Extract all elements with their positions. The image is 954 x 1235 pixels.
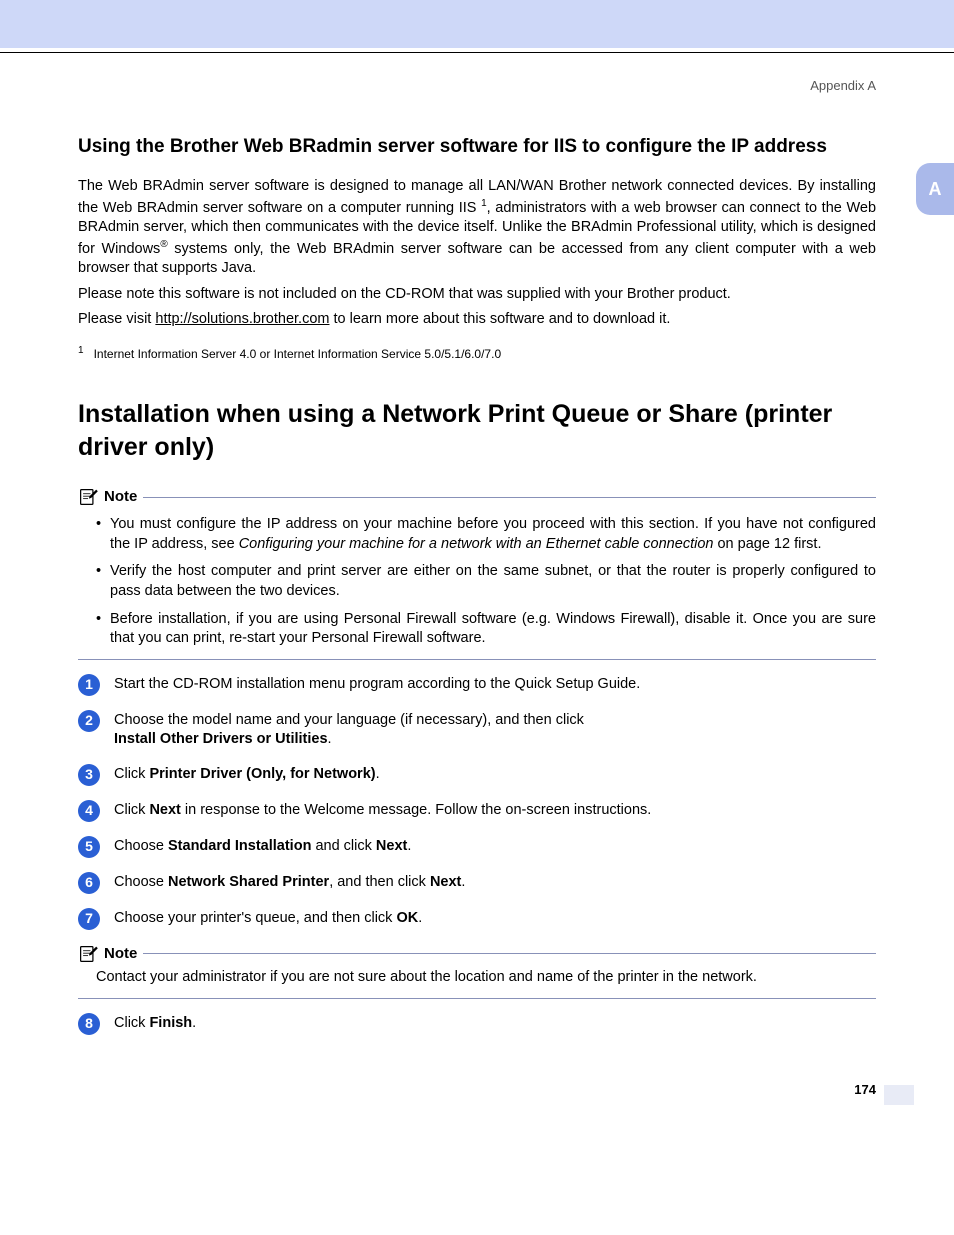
text: . [407, 838, 411, 854]
appendix-label: Appendix A [78, 77, 876, 95]
note-block-2: Note Contact your administrator if you a… [78, 944, 876, 999]
text: on page 12 first. [713, 536, 821, 552]
step-text: Click Printer Driver (Only, for Network)… [114, 764, 876, 785]
note-bullet: Verify the host computer and print serve… [96, 562, 876, 601]
note-label: Note [104, 487, 137, 507]
text: and click [311, 838, 375, 854]
note-rule [143, 953, 876, 954]
step-number-badge: 3 [78, 764, 100, 786]
step-number-badge: 8 [78, 1013, 100, 1035]
text: systems only, the Web BRAdmin server sof… [78, 241, 876, 277]
text: . [461, 874, 465, 890]
step-number-badge: 2 [78, 710, 100, 732]
text-bold: Printer Driver (Only, for Network) [149, 766, 375, 782]
registered-mark: ® [160, 239, 167, 250]
step-number-badge: 6 [78, 872, 100, 894]
paragraph-1: The Web BRAdmin server software is desig… [78, 177, 876, 278]
text: Choose the model name and your language … [114, 712, 584, 728]
step-6: 6 Choose Network Shared Printer, and the… [78, 872, 876, 894]
text-bold: Next [376, 838, 407, 854]
text: in response to the Welcome message. Foll… [181, 802, 651, 818]
text: Please visit [78, 311, 155, 327]
step-5: 5 Choose Standard Installation and click… [78, 836, 876, 858]
section-heading-bradmin: Using the Brother Web BRadmin server sof… [78, 135, 876, 160]
step-number-badge: 7 [78, 908, 100, 930]
footnote-text: Internet Information Server 4.0 or Inter… [94, 347, 502, 361]
note-icon [78, 945, 98, 963]
step-8: 8 Click Finish. [78, 1013, 876, 1035]
text-bold: Standard Installation [168, 838, 311, 854]
note-rule [143, 497, 876, 498]
text-bold: OK [396, 910, 418, 926]
text-bold: Finish [149, 1015, 192, 1031]
step-3: 3 Click Printer Driver (Only, for Networ… [78, 764, 876, 786]
text: Click [114, 802, 149, 818]
text: , and then click [329, 874, 430, 890]
note-icon [78, 488, 98, 506]
step-number-badge: 4 [78, 800, 100, 822]
step-text: Click Finish. [114, 1013, 876, 1034]
text: Choose [114, 874, 168, 890]
appendix-side-tab: A [916, 163, 954, 215]
step-7: 7 Choose your printer's queue, and then … [78, 908, 876, 930]
step-text: Choose Standard Installation and click N… [114, 836, 876, 857]
step-1: 1 Start the CD-ROM installation menu pro… [78, 674, 876, 696]
section-heading-installation: Installation when using a Network Print … [78, 398, 876, 463]
text: . [192, 1015, 196, 1031]
note-end-rule [78, 659, 876, 660]
step-text: Click Next in response to the Welcome me… [114, 800, 876, 821]
text-italic: Configuring your machine for a network w… [239, 536, 714, 552]
solutions-link[interactable]: http://solutions.brother.com [155, 311, 329, 327]
step-text: Choose your printer's queue, and then cl… [114, 908, 876, 929]
text-bold: Install Other Drivers or Utilities [114, 731, 328, 747]
step-text: Choose the model name and your language … [114, 710, 876, 750]
note-bullet-list: You must configure the IP address on you… [78, 515, 876, 648]
step-text: Start the CD-ROM installation menu progr… [114, 674, 876, 695]
text: . [376, 766, 380, 782]
text: Click [114, 1015, 149, 1031]
text: to learn more about this software and to… [329, 311, 670, 327]
text-bold: Next [149, 802, 180, 818]
text: Choose [114, 838, 168, 854]
page-number: 174 [854, 1081, 876, 1099]
footnote-number: 1 [78, 345, 84, 356]
step-4: 4 Click Next in response to the Welcome … [78, 800, 876, 822]
text-bold: Network Shared Printer [168, 874, 329, 890]
note-bullet: You must configure the IP address on you… [96, 515, 876, 554]
text: Choose your printer's queue, and then cl… [114, 910, 396, 926]
step-2: 2 Choose the model name and your languag… [78, 710, 876, 750]
paragraph-2: Please note this software is not include… [78, 285, 876, 305]
header-rule [0, 52, 954, 53]
note-label: Note [104, 944, 137, 964]
text: . [328, 731, 332, 747]
step-number-badge: 5 [78, 836, 100, 858]
note-header: Note [78, 487, 876, 507]
text: Click [114, 766, 149, 782]
top-header-bar [0, 0, 954, 48]
note-text: Contact your administrator if you are no… [78, 968, 876, 988]
note-header: Note [78, 944, 876, 964]
note-end-rule [78, 998, 876, 999]
step-text: Choose Network Shared Printer, and then … [114, 872, 876, 893]
page-number-bar [884, 1085, 914, 1105]
text-bold: Next [430, 874, 461, 890]
footnote-1: 1 Internet Information Server 4.0 or Inte… [78, 344, 876, 362]
paragraph-3: Please visit http://solutions.brother.co… [78, 310, 876, 330]
note-bullet: Before installation, if you are using Pe… [96, 610, 876, 649]
note-block-1: Note You must configure the IP address o… [78, 487, 876, 660]
page-content: A Appendix A Using the Brother Web BRadm… [0, 77, 954, 1089]
step-number-badge: 1 [78, 674, 100, 696]
text: . [418, 910, 422, 926]
